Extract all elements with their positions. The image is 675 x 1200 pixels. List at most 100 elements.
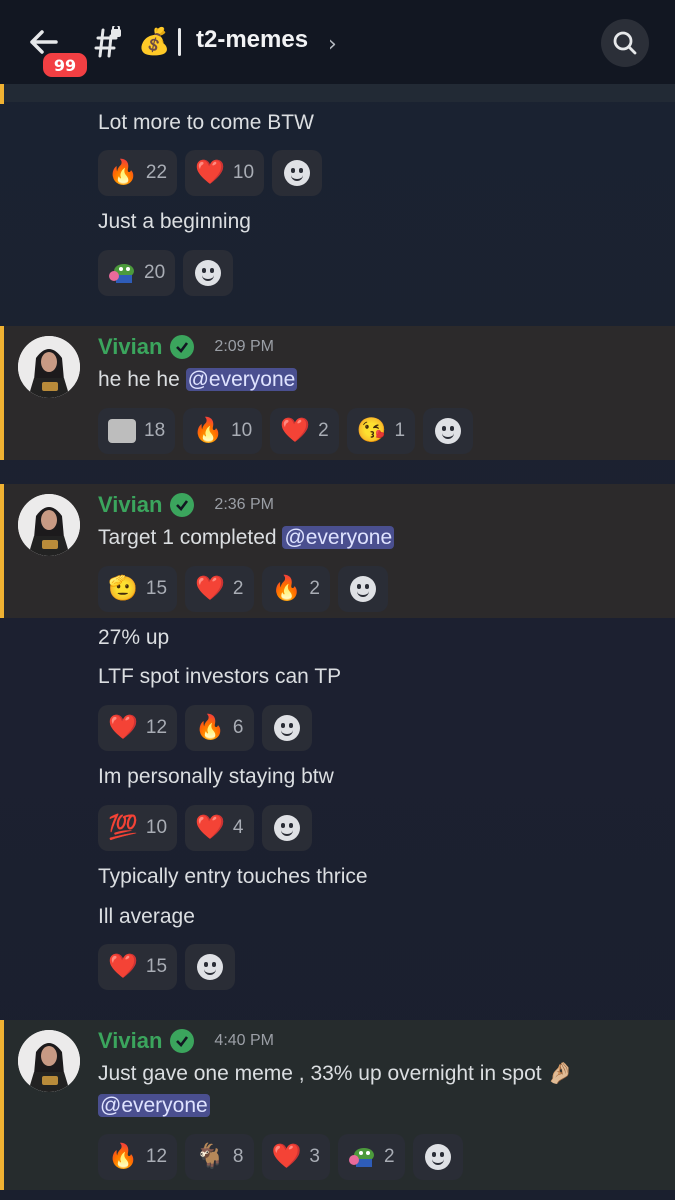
reaction-fire[interactable]: 🔥 10 xyxy=(183,408,263,454)
heart-emoji: ❤️ xyxy=(195,159,225,186)
reaction-count: 22 xyxy=(145,162,168,183)
fire-emoji: 🔥 xyxy=(108,159,138,186)
reactions-row: 18 🔥 10 ❤️ 2 😘 1 xyxy=(98,408,474,454)
add-reaction-button[interactable] xyxy=(423,408,474,454)
add-reaction-button[interactable] xyxy=(337,566,388,612)
pepe-emoji-icon xyxy=(348,1148,374,1167)
reaction-pepe[interactable]: 2 xyxy=(337,1134,405,1180)
message-header: Vivian 2:36 PM xyxy=(98,492,274,518)
message-text: Typically entry touches thrice xyxy=(98,865,368,888)
message-header: Vivian 4:40 PM xyxy=(98,1028,274,1054)
heart-emoji: ❤️ xyxy=(195,814,225,841)
avatar-image xyxy=(18,1030,80,1092)
reaction-count: 12 xyxy=(145,1146,168,1167)
message-text: Lot more to come BTW xyxy=(98,111,314,134)
search-button[interactable] xyxy=(601,19,649,67)
reaction-count: 12 xyxy=(145,717,168,738)
smile-icon xyxy=(195,260,222,286)
reaction-heart[interactable]: ❤️ 2 xyxy=(270,408,339,454)
add-reaction-button[interactable] xyxy=(272,150,323,196)
smile-icon xyxy=(273,815,300,841)
reaction-count: 2 xyxy=(309,578,320,599)
add-reaction-button[interactable] xyxy=(261,705,312,751)
reaction-count: 20 xyxy=(144,262,166,283)
heart-emoji: ❤️ xyxy=(108,714,138,741)
reaction-kiss[interactable]: 😘 1 xyxy=(346,408,416,454)
reaction-count: 2 xyxy=(232,578,244,599)
timestamp: 4:40 PM xyxy=(214,1032,275,1049)
reaction-count: 10 xyxy=(145,817,168,838)
mention-everyone[interactable]: @everyone xyxy=(185,368,298,391)
reaction-heart[interactable]: ❤️ 10 xyxy=(185,150,265,196)
add-reaction-button[interactable] xyxy=(185,944,236,990)
reaction-heart[interactable]: ❤️ 2 xyxy=(185,566,254,612)
money-bag-emoji: 💰 xyxy=(138,27,171,57)
fire-emoji: 🔥 xyxy=(193,417,224,444)
verified-check-icon xyxy=(170,1029,195,1053)
reaction-hundred[interactable]: 💯 10 xyxy=(98,805,178,851)
reaction-count: 10 xyxy=(231,420,253,441)
reaction-fire[interactable]: 🔥 22 xyxy=(98,150,178,196)
reaction-count: 8 xyxy=(232,1146,244,1167)
channel-header: 99 💰 t2-memes › xyxy=(0,0,675,84)
avatar[interactable] xyxy=(18,1030,80,1092)
smile-icon xyxy=(349,576,376,602)
fire-emoji: 🔥 xyxy=(195,714,225,741)
avatar-image xyxy=(18,494,80,556)
reaction-salute[interactable]: 🫡 15 xyxy=(98,566,178,612)
reaction-count: 15 xyxy=(145,578,168,599)
reaction-count: 1 xyxy=(394,420,406,441)
unread-badge: 99 xyxy=(40,50,90,80)
title-separator xyxy=(178,28,181,56)
reaction-heart[interactable]: ❤️ 3 xyxy=(261,1134,330,1180)
message-text: Im personally staying btw xyxy=(98,765,334,788)
message-mention-line: @everyone xyxy=(98,1094,210,1118)
author-name[interactable]: Vivian xyxy=(98,334,162,360)
reaction-goat[interactable]: 🐐 8 xyxy=(185,1134,254,1180)
verified-check-icon xyxy=(170,335,195,359)
reaction-pepe[interactable]: 20 xyxy=(98,250,176,296)
add-reaction-button[interactable] xyxy=(261,805,312,851)
author-name[interactable]: Vivian xyxy=(98,492,162,518)
message-text: he he he @everyone xyxy=(98,368,298,392)
heart-emoji: ❤️ xyxy=(108,953,138,980)
add-reaction-button[interactable] xyxy=(183,250,234,296)
message-text: LTF spot investors can TP xyxy=(98,665,342,688)
timestamp: 2:36 PM xyxy=(214,496,275,513)
reaction-count: 15 xyxy=(145,956,168,977)
reaction-heart[interactable]: ❤️ 4 xyxy=(185,805,254,851)
reactions-row: 🔥 22 ❤️ 10 xyxy=(98,150,323,196)
message-header: Vivian 2:09 PM xyxy=(98,334,274,360)
kiss-emoji: 😘 xyxy=(356,417,387,444)
search-icon xyxy=(613,31,637,55)
heart-emoji: ❤️ xyxy=(280,417,311,444)
face-emoji-icon xyxy=(108,419,136,443)
reaction-heart[interactable]: ❤️ 12 xyxy=(98,705,178,751)
avatar[interactable] xyxy=(18,336,80,398)
avatar[interactable] xyxy=(18,494,80,556)
reaction-heart[interactable]: ❤️ 15 xyxy=(98,944,178,990)
reaction-fire[interactable]: 🔥 2 xyxy=(261,566,330,612)
message-text: Just a beginning xyxy=(98,210,251,233)
chevron-right-icon[interactable]: › xyxy=(328,32,337,57)
fire-emoji: 🔥 xyxy=(108,1143,138,1170)
reaction-fire[interactable]: 🔥 12 xyxy=(98,1134,178,1180)
reactions-row: 🔥 12 🐐 8 ❤️ 3 2 xyxy=(98,1134,463,1180)
reaction-count: 18 xyxy=(144,420,166,441)
mention-everyone[interactable]: @everyone xyxy=(282,526,395,549)
add-reaction-button[interactable] xyxy=(412,1134,463,1180)
fire-emoji: 🔥 xyxy=(271,575,302,602)
author-name[interactable]: Vivian xyxy=(98,1028,162,1054)
channel-name[interactable]: t2-memes xyxy=(196,26,308,54)
reaction-face[interactable]: 18 xyxy=(98,408,176,454)
reaction-fire[interactable]: 🔥 6 xyxy=(185,705,254,751)
smile-icon xyxy=(273,715,300,741)
timestamp: 2:09 PM xyxy=(214,338,275,355)
reaction-count: 4 xyxy=(232,817,244,838)
reactions-row: 20 xyxy=(98,250,234,296)
reactions-row: 💯 10 ❤️ 4 xyxy=(98,805,312,851)
channel-hash-lock-icon xyxy=(94,26,121,58)
message-text: 27% up xyxy=(98,626,170,649)
smile-icon xyxy=(197,954,224,980)
mention-everyone[interactable]: @everyone xyxy=(98,1094,210,1117)
